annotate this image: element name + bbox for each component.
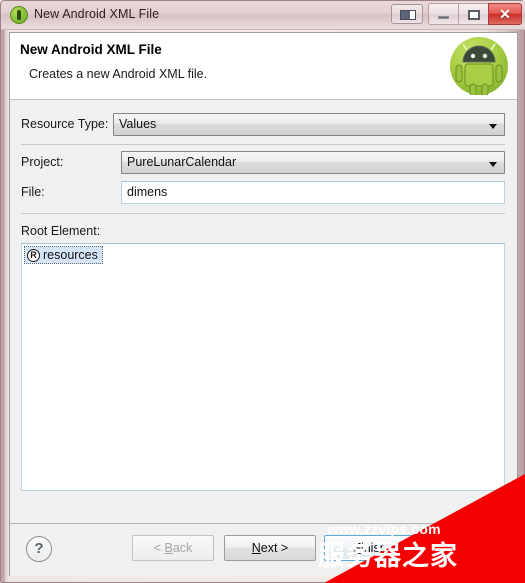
next-button-suffix: ext > [260, 541, 289, 555]
resource-icon: R [27, 248, 40, 262]
resource-type-value: Values [119, 117, 157, 131]
close-icon: ✕ [499, 6, 511, 22]
screenshot-root: New Android XML File ✕ New Android XML F… [0, 0, 525, 583]
project-combo[interactable]: PureLunarCalendar [121, 151, 505, 174]
next-button-mnemonic: N [251, 541, 261, 555]
window-title: New Android XML File [34, 7, 160, 21]
next-button[interactable]: Next > [224, 535, 316, 561]
wizard-form: Resource Type: Values Project: PureLunar… [10, 100, 517, 576]
project-label: Project: [21, 155, 64, 169]
form-divider-1 [21, 144, 505, 145]
finish-button-suffix: inish [360, 541, 387, 555]
resource-type-combo[interactable]: Values [113, 113, 505, 136]
file-input[interactable]: dimens [121, 181, 505, 204]
android-robot-logo [450, 37, 508, 95]
caption-buttons: ✕ [428, 3, 522, 25]
button-bar: ? < Back Next > Finish [10, 523, 517, 576]
form-divider-2 [21, 213, 505, 214]
close-button[interactable]: ✕ [488, 3, 522, 25]
root-element-label: Root Element: [21, 224, 101, 238]
file-value: dimens [127, 185, 168, 199]
page-title: New Android XML File [20, 42, 162, 57]
back-button[interactable]: < Back [132, 535, 214, 561]
resource-type-label: Resource Type: [21, 117, 109, 131]
layout-toggle-button[interactable] [391, 4, 423, 24]
android-icon [10, 6, 28, 24]
finish-button[interactable]: Finish [324, 535, 416, 561]
chevron-down-icon [489, 124, 497, 129]
page-subtitle: Creates a new Android XML file. [29, 67, 208, 81]
back-button-suffix: ack [172, 541, 193, 555]
help-button[interactable]: ? [26, 536, 52, 562]
project-value: PureLunarCalendar [127, 155, 237, 169]
wizard-header: New Android XML File Creates a new Andro… [10, 33, 517, 100]
title-bar: New Android XML File ✕ [1, 1, 525, 30]
dialog-client-area: New Android XML File Creates a new Andro… [9, 32, 518, 576]
maximize-button[interactable] [458, 3, 488, 25]
list-item-label: resources [43, 248, 98, 262]
root-element-list[interactable]: R resources [21, 243, 505, 491]
maximize-icon [468, 10, 480, 20]
file-label: File: [21, 185, 45, 199]
minimize-icon [438, 16, 449, 19]
chevron-down-icon [489, 162, 497, 167]
back-button-mnemonic: B [164, 541, 173, 555]
finish-button-mnemonic: F [353, 541, 361, 555]
dialog-window: New Android XML File ✕ New Android XML F… [0, 0, 525, 583]
layout-toggle-icon [400, 10, 416, 20]
list-item[interactable]: R resources [24, 246, 103, 264]
back-button-prefix: < [153, 541, 165, 555]
minimize-button[interactable] [428, 3, 458, 25]
